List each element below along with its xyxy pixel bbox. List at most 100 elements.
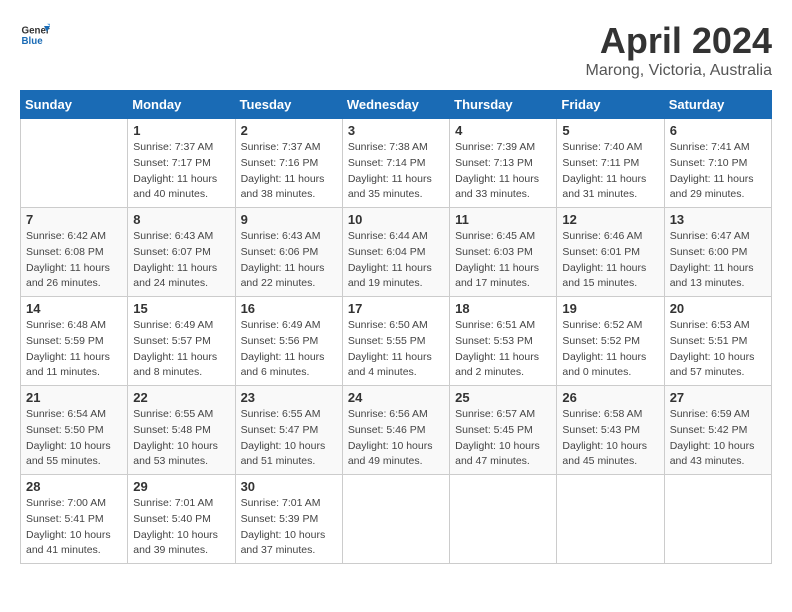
day-info: Sunrise: 6:46 AMSunset: 6:01 PMDaylight:… [562, 229, 658, 292]
day-info: Sunrise: 6:52 AMSunset: 5:52 PMDaylight:… [562, 318, 658, 381]
day-number: 29 [133, 479, 229, 494]
day-info: Sunrise: 6:49 AMSunset: 5:56 PMDaylight:… [241, 318, 337, 381]
day-number: 7 [26, 212, 122, 227]
day-number: 15 [133, 301, 229, 316]
calendar-cell: 25Sunrise: 6:57 AMSunset: 5:45 PMDayligh… [450, 386, 557, 475]
svg-text:Blue: Blue [22, 36, 44, 47]
day-number: 5 [562, 123, 658, 138]
calendar-week-row: 21Sunrise: 6:54 AMSunset: 5:50 PMDayligh… [21, 386, 772, 475]
page-subtitle: Marong, Victoria, Australia [586, 62, 772, 80]
day-number: 30 [241, 479, 337, 494]
day-info: Sunrise: 7:01 AMSunset: 5:39 PMDaylight:… [241, 496, 337, 559]
day-number: 14 [26, 301, 122, 316]
day-number: 8 [133, 212, 229, 227]
calendar-cell: 13Sunrise: 6:47 AMSunset: 6:00 PMDayligh… [664, 208, 771, 297]
day-info: Sunrise: 6:58 AMSunset: 5:43 PMDaylight:… [562, 407, 658, 470]
day-info: Sunrise: 6:45 AMSunset: 6:03 PMDaylight:… [455, 229, 551, 292]
calendar-cell: 14 Sunrise: 6:48 AMSunset: 5:59 PMDayligh… [21, 297, 128, 386]
calendar-cell: 21Sunrise: 6:54 AMSunset: 5:50 PMDayligh… [21, 386, 128, 475]
calendar-header-saturday: Saturday [664, 91, 771, 119]
calendar-cell: 4 Sunrise: 7:39 AMSunset: 7:13 PMDaylight… [450, 119, 557, 208]
calendar-week-row: 28Sunrise: 7:00 AMSunset: 5:41 PMDayligh… [21, 475, 772, 564]
day-info: Sunrise: 6:43 AMSunset: 6:06 PMDaylight:… [241, 229, 337, 292]
day-info: Sunrise: 6:53 AMSunset: 5:51 PMDaylight:… [670, 318, 766, 381]
calendar-cell: 5 Sunrise: 7:40 AMSunset: 7:11 PMDaylight… [557, 119, 664, 208]
calendar-cell: 7Sunrise: 6:42 AMSunset: 6:08 PMDaylight… [21, 208, 128, 297]
calendar-cell [450, 475, 557, 564]
day-info: Sunrise: 7:01 AMSunset: 5:40 PMDaylight:… [133, 496, 229, 559]
calendar-cell: 20 Sunrise: 6:53 AMSunset: 5:51 PMDayligh… [664, 297, 771, 386]
calendar-cell: 29 Sunrise: 7:01 AMSunset: 5:40 PMDayligh… [128, 475, 235, 564]
day-number: 24 [348, 390, 444, 405]
day-info: Sunrise: 6:51 AMSunset: 5:53 PMDaylight:… [455, 318, 551, 381]
calendar-cell [21, 119, 128, 208]
day-number: 23 [241, 390, 337, 405]
calendar-cell: 18 Sunrise: 6:51 AMSunset: 5:53 PMDayligh… [450, 297, 557, 386]
title-section: April 2024 Marong, Victoria, Australia [586, 20, 772, 80]
page-title: April 2024 [586, 20, 772, 62]
calendar-cell: 19 Sunrise: 6:52 AMSunset: 5:52 PMDayligh… [557, 297, 664, 386]
calendar-week-row: 7Sunrise: 6:42 AMSunset: 6:08 PMDaylight… [21, 208, 772, 297]
day-info: Sunrise: 7:41 AMSunset: 7:10 PMDaylight:… [670, 140, 766, 203]
day-info: Sunrise: 6:50 AMSunset: 5:55 PMDaylight:… [348, 318, 444, 381]
page-header: General Blue April 2024 Marong, Victoria… [20, 20, 772, 80]
day-number: 2 [241, 123, 337, 138]
calendar-cell: 15 Sunrise: 6:49 AMSunset: 5:57 PMDayligh… [128, 297, 235, 386]
day-info: Sunrise: 6:56 AMSunset: 5:46 PMDaylight:… [348, 407, 444, 470]
day-number: 25 [455, 390, 551, 405]
calendar-cell: 10 Sunrise: 6:44 AMSunset: 6:04 PMDayligh… [342, 208, 449, 297]
calendar-cell [664, 475, 771, 564]
day-info: Sunrise: 6:47 AMSunset: 6:00 PMDaylight:… [670, 229, 766, 292]
calendar-cell [342, 475, 449, 564]
day-info: Sunrise: 6:49 AMSunset: 5:57 PMDaylight:… [133, 318, 229, 381]
calendar-header-tuesday: Tuesday [235, 91, 342, 119]
calendar-cell: 27 Sunrise: 6:59 AMSunset: 5:42 PMDayligh… [664, 386, 771, 475]
calendar-cell: 12Sunrise: 6:46 AMSunset: 6:01 PMDayligh… [557, 208, 664, 297]
calendar-header-sunday: Sunday [21, 91, 128, 119]
calendar-cell: 1Sunrise: 7:37 AMSunset: 7:17 PMDaylight… [128, 119, 235, 208]
day-number: 4 [455, 123, 551, 138]
calendar-header-friday: Friday [557, 91, 664, 119]
day-number: 9 [241, 212, 337, 227]
day-info: Sunrise: 6:44 AMSunset: 6:04 PMDaylight:… [348, 229, 444, 292]
calendar-week-row: 14 Sunrise: 6:48 AMSunset: 5:59 PMDayligh… [21, 297, 772, 386]
day-info: Sunrise: 7:40 AMSunset: 7:11 PMDaylight:… [562, 140, 658, 203]
logo-icon: General Blue [20, 20, 50, 50]
calendar-cell: 24 Sunrise: 6:56 AMSunset: 5:46 PMDayligh… [342, 386, 449, 475]
day-number: 19 [562, 301, 658, 316]
day-info: Sunrise: 6:48 AMSunset: 5:59 PMDaylight:… [26, 318, 122, 381]
logo: General Blue [20, 20, 50, 50]
day-number: 27 [670, 390, 766, 405]
day-number: 10 [348, 212, 444, 227]
calendar-cell: 6Sunrise: 7:41 AMSunset: 7:10 PMDaylight… [664, 119, 771, 208]
calendar-cell: 3 Sunrise: 7:38 AMSunset: 7:14 PMDaylight… [342, 119, 449, 208]
day-number: 16 [241, 301, 337, 316]
day-info: Sunrise: 6:55 AMSunset: 5:47 PMDaylight:… [241, 407, 337, 470]
calendar-header-wednesday: Wednesday [342, 91, 449, 119]
day-number: 17 [348, 301, 444, 316]
calendar-table: SundayMondayTuesdayWednesdayThursdayFrid… [20, 90, 772, 564]
calendar-cell: 9 Sunrise: 6:43 AMSunset: 6:06 PMDaylight… [235, 208, 342, 297]
day-number: 20 [670, 301, 766, 316]
day-info: Sunrise: 6:55 AMSunset: 5:48 PMDaylight:… [133, 407, 229, 470]
day-info: Sunrise: 6:59 AMSunset: 5:42 PMDaylight:… [670, 407, 766, 470]
day-info: Sunrise: 7:00 AMSunset: 5:41 PMDaylight:… [26, 496, 122, 559]
day-info: Sunrise: 7:38 AMSunset: 7:14 PMDaylight:… [348, 140, 444, 203]
day-number: 3 [348, 123, 444, 138]
day-info: Sunrise: 7:39 AMSunset: 7:13 PMDaylight:… [455, 140, 551, 203]
calendar-cell: 23 Sunrise: 6:55 AMSunset: 5:47 PMDayligh… [235, 386, 342, 475]
day-info: Sunrise: 6:54 AMSunset: 5:50 PMDaylight:… [26, 407, 122, 470]
calendar-cell: 8 Sunrise: 6:43 AMSunset: 6:07 PMDaylight… [128, 208, 235, 297]
calendar-week-row: 1Sunrise: 7:37 AMSunset: 7:17 PMDaylight… [21, 119, 772, 208]
calendar-header-thursday: Thursday [450, 91, 557, 119]
day-number: 18 [455, 301, 551, 316]
calendar-header-monday: Monday [128, 91, 235, 119]
calendar-header-row: SundayMondayTuesdayWednesdayThursdayFrid… [21, 91, 772, 119]
calendar-cell: 17 Sunrise: 6:50 AMSunset: 5:55 PMDayligh… [342, 297, 449, 386]
calendar-cell: 26 Sunrise: 6:58 AMSunset: 5:43 PMDayligh… [557, 386, 664, 475]
day-info: Sunrise: 7:37 AMSunset: 7:16 PMDaylight:… [241, 140, 337, 203]
calendar-cell: 11Sunrise: 6:45 AMSunset: 6:03 PMDayligh… [450, 208, 557, 297]
day-number: 1 [133, 123, 229, 138]
day-info: Sunrise: 6:43 AMSunset: 6:07 PMDaylight:… [133, 229, 229, 292]
day-number: 26 [562, 390, 658, 405]
